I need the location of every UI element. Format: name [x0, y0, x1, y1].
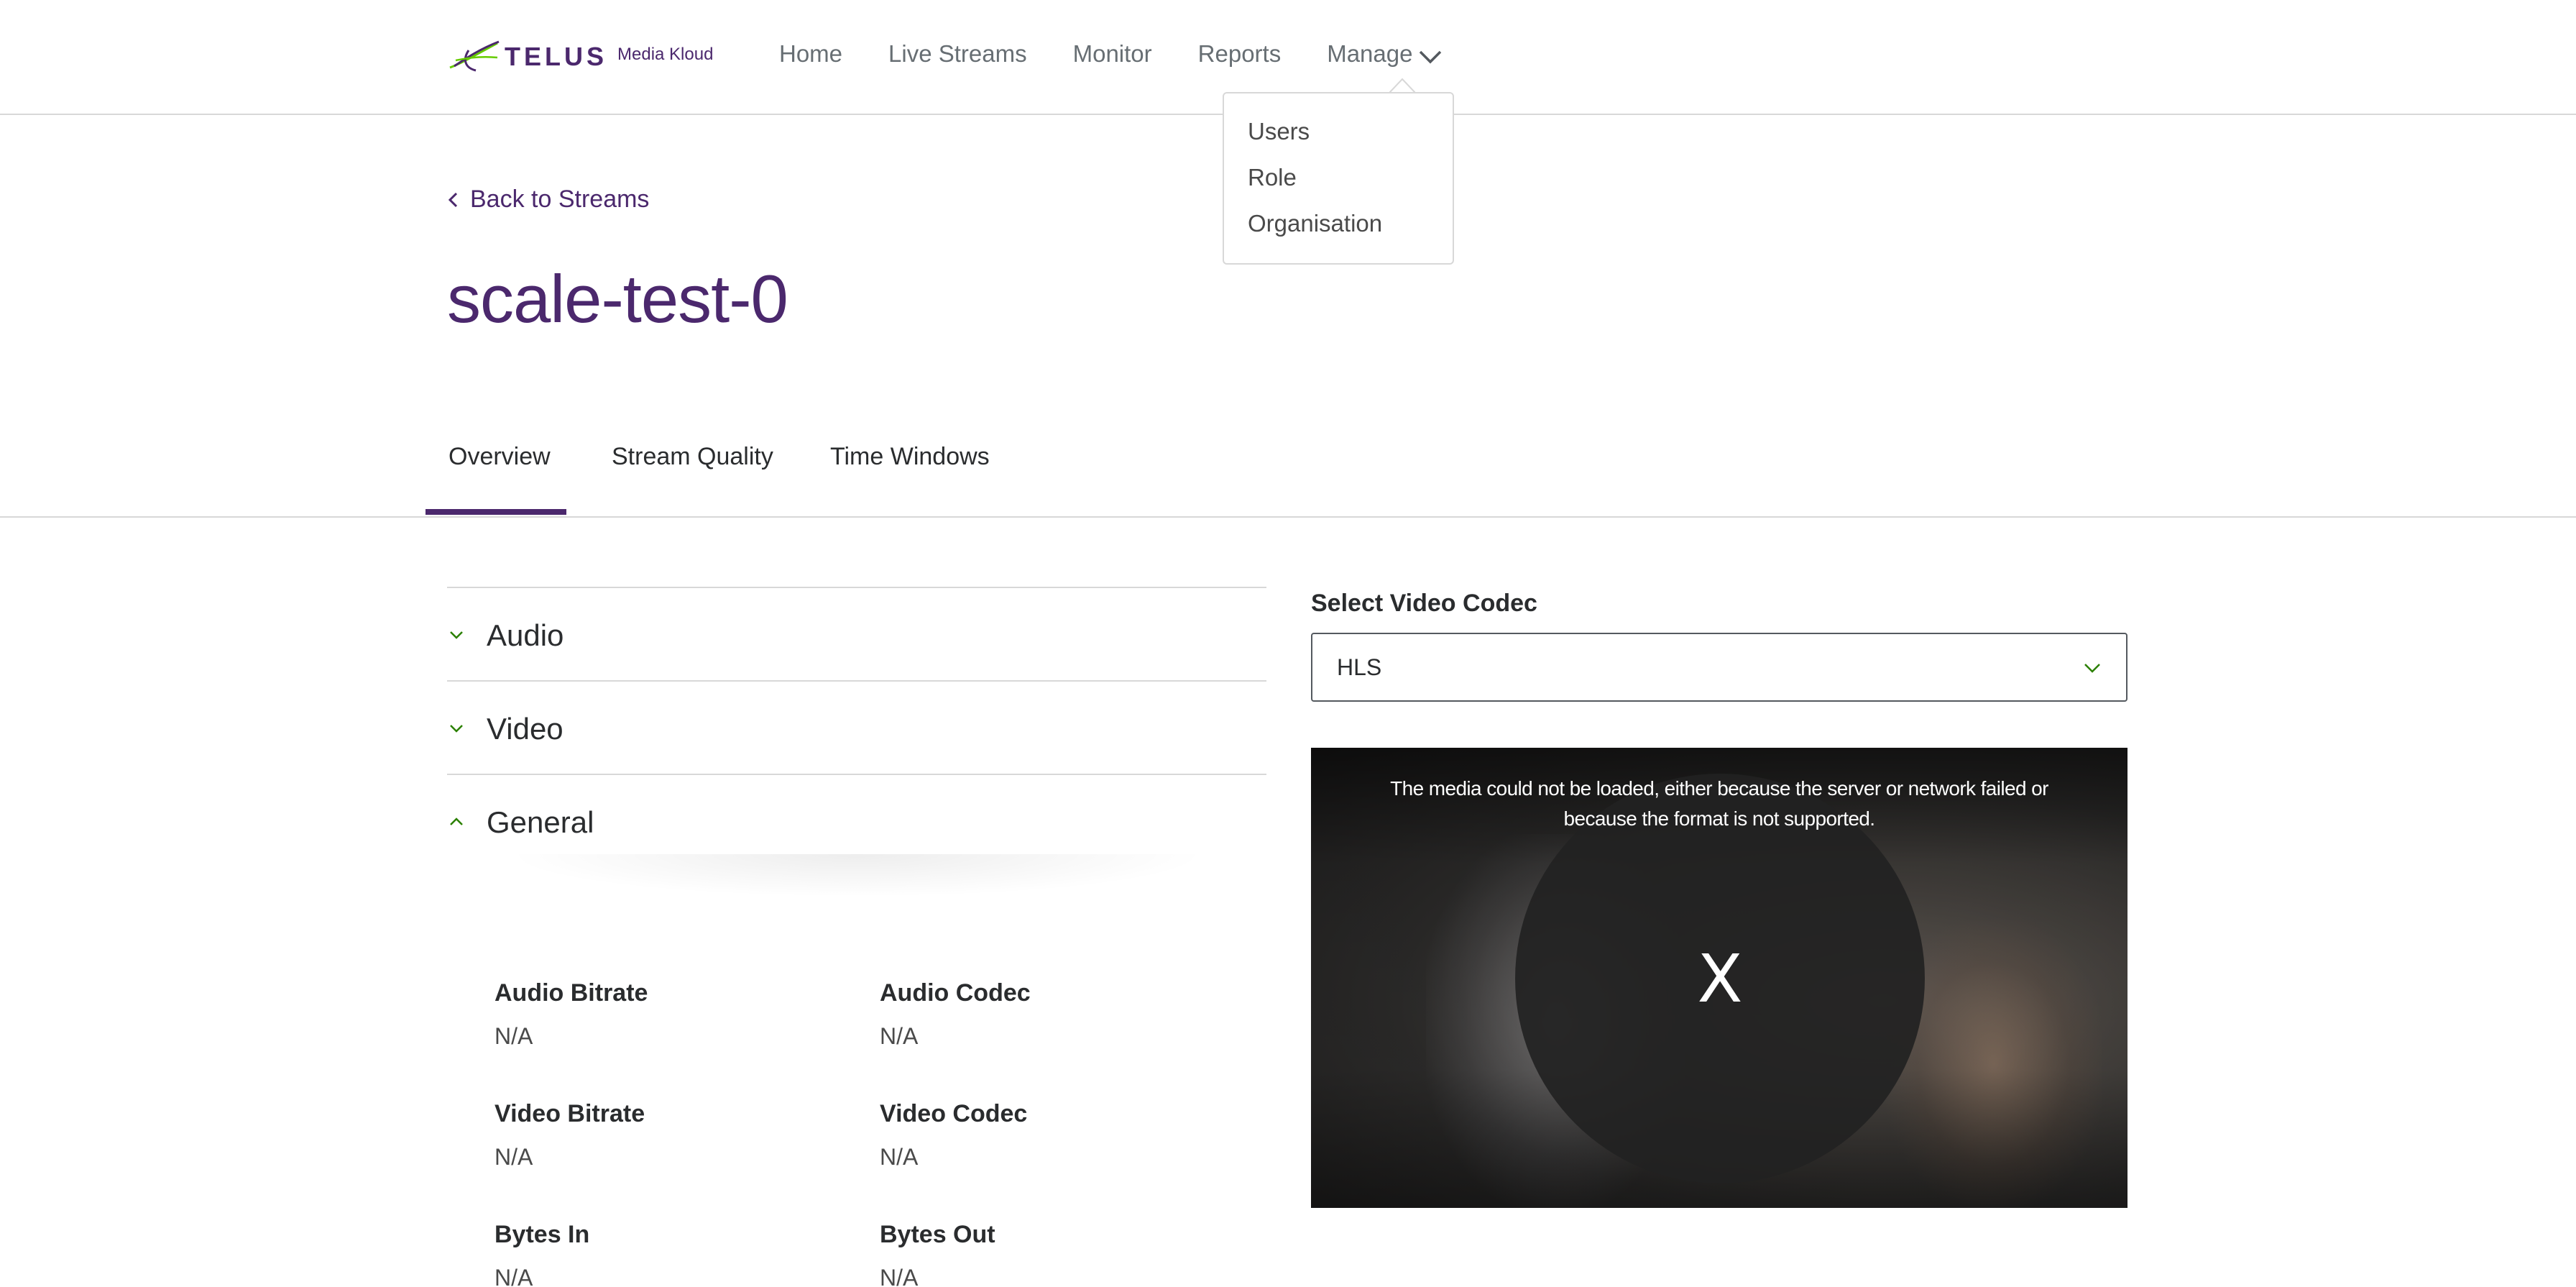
- video-player[interactable]: X The media could not be loaded, either …: [1311, 748, 2128, 1208]
- tab-stream-quality[interactable]: Stream Quality: [612, 443, 773, 471]
- tab-bar: Overview Stream Quality Time Windows: [0, 431, 2576, 518]
- detail-label: Video Bitrate: [494, 1100, 645, 1127]
- detail-label: Audio Bitrate: [494, 979, 648, 1007]
- back-to-streams-link[interactable]: Back to Streams: [446, 186, 649, 214]
- chevron-down-icon: [450, 725, 463, 733]
- manage-dropdown: Users Role Organisation: [1223, 92, 1454, 265]
- detail-value: N/A: [494, 1023, 533, 1049]
- detail-value: N/A: [494, 1144, 533, 1170]
- nav-live-streams[interactable]: Live Streams: [888, 40, 1027, 68]
- detail-label: Video Codec: [880, 1100, 1028, 1127]
- accordion-video-label: Video: [487, 712, 564, 746]
- detail-video-codec: Video Codec N/A: [880, 1100, 1239, 1171]
- nav-monitor[interactable]: Monitor: [1073, 40, 1152, 68]
- menu-item-users[interactable]: Users: [1224, 116, 1453, 162]
- detail-value: N/A: [494, 1265, 533, 1287]
- nav-home[interactable]: Home: [779, 40, 842, 68]
- chevron-down-icon: [1420, 50, 1442, 64]
- logo-product-text: Media Kloud: [617, 45, 714, 64]
- detail-audio-bitrate: Audio Bitrate N/A: [494, 979, 854, 1050]
- detail-bytes-out: Bytes Out N/A: [880, 1221, 1239, 1287]
- nav-manage[interactable]: Manage: [1327, 40, 1443, 68]
- accordion-video[interactable]: Video: [447, 680, 1266, 774]
- detail-label: Bytes Out: [880, 1221, 995, 1248]
- active-tab-indicator: [426, 509, 566, 515]
- error-x-icon: X: [1697, 940, 1743, 1017]
- telus-logo[interactable]: TELUS Media Kloud: [447, 36, 713, 78]
- detail-bytes-in: Bytes In N/A: [494, 1221, 854, 1287]
- detail-value: N/A: [880, 1144, 919, 1170]
- back-link-label: Back to Streams: [470, 186, 650, 213]
- accordion-panel-shadow: [447, 854, 1266, 904]
- detail-value: N/A: [880, 1023, 919, 1049]
- accordion-general-label: General: [487, 805, 594, 839]
- chevron-down-icon: [2084, 664, 2100, 673]
- main-nav: Home Live Streams Monitor Reports Manage: [779, 40, 1443, 68]
- dropdown-caret-icon: [1389, 78, 1415, 93]
- tab-overview[interactable]: Overview: [448, 443, 551, 471]
- menu-item-organisation[interactable]: Organisation: [1224, 209, 1453, 255]
- page-title: scale-test-0: [447, 261, 788, 336]
- accordion-audio-label: Audio: [487, 618, 564, 652]
- logo-brand-text: TELUS: [505, 42, 608, 71]
- detail-video-bitrate: Video Bitrate N/A: [494, 1100, 854, 1171]
- accordion-general[interactable]: General: [447, 774, 1266, 867]
- detail-label: Audio Codec: [880, 979, 1031, 1007]
- chevron-up-icon: [450, 817, 463, 825]
- tab-time-windows[interactable]: Time Windows: [830, 443, 990, 471]
- detail-value: N/A: [880, 1265, 919, 1287]
- chevron-down-icon: [450, 631, 463, 639]
- player-error-message: The media could not be loaded, either be…: [1390, 777, 2048, 830]
- codec-selected-value: HLS: [1337, 654, 1382, 680]
- nav-manage-label: Manage: [1327, 40, 1413, 67]
- chevron-left-icon: [448, 192, 458, 207]
- menu-item-role[interactable]: Role: [1224, 162, 1453, 209]
- codec-select-label: Select Video Codec: [1311, 590, 1537, 617]
- detail-label: Bytes In: [494, 1221, 590, 1248]
- accordion-audio[interactable]: Audio: [447, 587, 1266, 680]
- detail-audio-codec: Audio Codec N/A: [880, 979, 1239, 1050]
- stream-accordion: Audio Video General: [447, 587, 1266, 867]
- nav-reports[interactable]: Reports: [1198, 40, 1282, 68]
- error-overlay-circle: X: [1515, 774, 1925, 1183]
- telus-logo-mark-icon: [449, 40, 500, 72]
- video-codec-select[interactable]: HLS: [1311, 633, 2128, 702]
